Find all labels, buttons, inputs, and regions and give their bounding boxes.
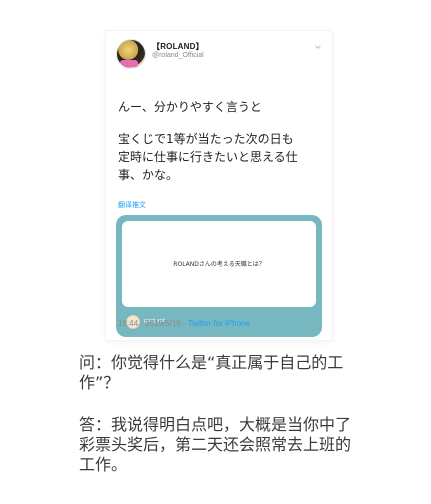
tweet-text-line1: んー、分かりやすく言うと [118, 100, 262, 114]
author-name[interactable]: 【ROLAND】 [152, 41, 204, 52]
tweet-time-date: 18:44 · 2019/5/19 · [118, 319, 188, 328]
question-text: 问：你觉得什么是“真正属于自己的工 作”？ [79, 353, 344, 392]
avatar-badge [120, 60, 138, 67]
tweet-text-body: 宝くじで1等が当たった次の日も 定時に仕事に行きたいと思える仕 事、かな。 [118, 132, 298, 182]
media-caption: ROLANDさんの考える天職とは？ [173, 261, 265, 268]
tweet-card[interactable]: 【ROLAND】 @roland_Official んー、分かりやすく言うと 宝… [106, 31, 332, 340]
chevron-down-icon[interactable] [314, 43, 322, 51]
answer-text: 答：我说得明白点吧，大概是当你中了 彩票头奖后，第二天还会照常去上班的 工作。 [79, 415, 352, 474]
tweet-timestamp[interactable]: 18:44 · 2019/5/19 · Twitter for iPhone [118, 319, 250, 328]
avatar[interactable] [116, 39, 146, 69]
tweet-client-link[interactable]: Twitter for iPhone [188, 319, 250, 328]
media-image[interactable]: ROLANDさんの考える天職とは？ [122, 221, 316, 307]
translate-tweet-link[interactable]: 翻译推文 [118, 200, 146, 210]
author-handle[interactable]: @roland_Official [152, 52, 204, 59]
